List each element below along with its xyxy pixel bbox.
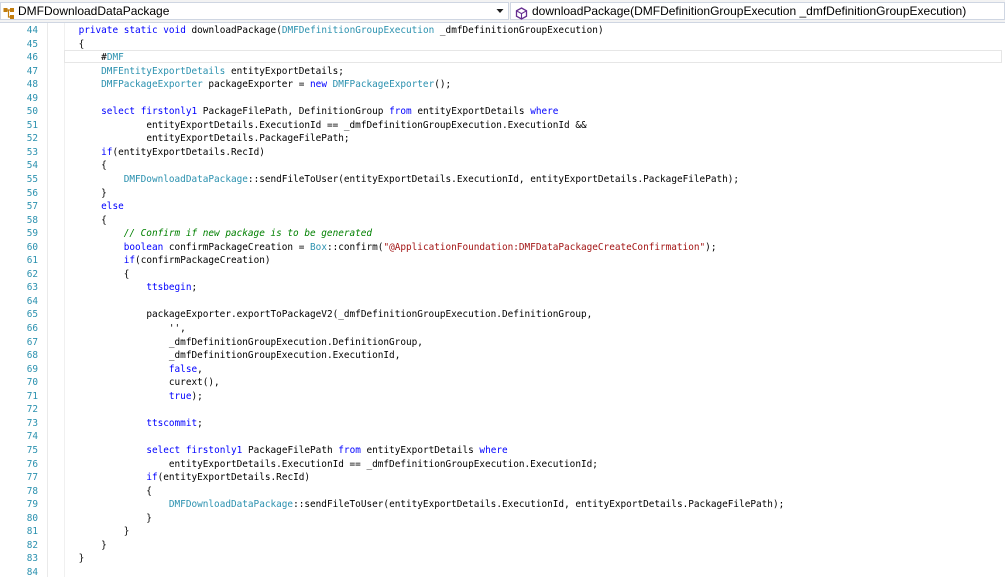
line-number: 46: [26, 52, 38, 64]
class-icon: [3, 5, 16, 19]
member-dropdown[interactable]: downloadPackage(DMFDefinitionGroupExecut…: [510, 2, 1005, 20]
line-number: 61: [26, 255, 38, 267]
code-text: DMFDownloadDataPackage::sendFileToUser(e…: [168, 499, 785, 511]
line-number: 64: [26, 295, 38, 307]
line-number: 82: [26, 539, 38, 551]
line-number: 60: [26, 241, 38, 253]
code-text: curext(),: [168, 377, 220, 389]
code-text: {: [56, 485, 152, 497]
chevron-down-icon[interactable]: [494, 3, 506, 19]
line-number: 59: [26, 228, 38, 240]
member-dropdown-label: downloadPackage(DMFDefinitionGroupExecut…: [532, 4, 967, 18]
line-number: 81: [26, 526, 38, 538]
code-text: select firstonly1 PackageFilePath from e…: [146, 444, 508, 456]
code-text: }: [56, 187, 107, 199]
code-text: }: [56, 526, 130, 538]
code-text: boolean confirmPackageCreation = Box::co…: [123, 241, 717, 253]
code-text: entityExportDetails.ExecutionId == _dmfD…: [146, 119, 587, 131]
line-number: 79: [26, 499, 38, 511]
code-text: }: [56, 539, 107, 551]
line-number: 57: [26, 201, 38, 213]
line-number: 80: [26, 512, 38, 524]
class-dropdown[interactable]: DMFDownloadDataPackage: [0, 2, 509, 20]
code-text: #DMF: [56, 52, 124, 64]
code-text: else: [101, 201, 124, 213]
line-number: 71: [26, 390, 38, 402]
navigation-bar: DMFDownloadDataPackage downloadPackage(D…: [0, 0, 1005, 23]
code-text: }: [56, 553, 85, 565]
code-text: _dmfDefinitionGroupExecution.DefinitionG…: [168, 336, 423, 348]
line-number: 67: [26, 336, 38, 348]
line-number: 58: [26, 214, 38, 226]
code-text: '',: [56, 323, 186, 335]
code-editor[interactable]: 44 private static void downloadPackage(D…: [0, 23, 1005, 577]
class-dropdown-label: DMFDownloadDataPackage: [18, 4, 170, 18]
code-text: true);: [168, 390, 203, 402]
line-number: 52: [26, 133, 38, 145]
line-number: 49: [26, 92, 38, 104]
code-text: ttscommit;: [146, 417, 203, 429]
code-text: }: [56, 512, 152, 524]
line-number: 45: [26, 38, 38, 50]
line-number: 78: [26, 485, 38, 497]
line-number: 75: [26, 444, 38, 456]
line-number: 51: [26, 119, 38, 131]
line-number: 69: [26, 363, 38, 375]
current-line-highlight: [64, 50, 1002, 63]
code-text: DMFPackageExporter packageExporter = new…: [101, 79, 452, 91]
line-number: 73: [26, 417, 38, 429]
line-number: 72: [26, 404, 38, 416]
method-icon: [515, 5, 528, 20]
line-number: 44: [26, 25, 38, 36]
code-text: if(entityExportDetails.RecId): [146, 472, 311, 484]
code-text: false,: [168, 363, 203, 375]
line-number: 54: [26, 160, 38, 172]
line-number: 83: [26, 553, 38, 565]
code-text: {: [56, 38, 85, 50]
line-number: 56: [26, 187, 38, 199]
line-number: 65: [26, 309, 38, 321]
line-number: 70: [26, 377, 38, 389]
line-number: 55: [26, 174, 38, 186]
gutter-divider: [47, 23, 48, 577]
code-text: DMFDownloadDataPackage::sendFileToUser(e…: [123, 174, 740, 186]
line-number: 63: [26, 282, 38, 294]
code-text: entityExportDetails.ExecutionId == _dmfD…: [168, 458, 598, 470]
line-number: 48: [26, 79, 38, 91]
code-text: ttsbegin;: [146, 282, 198, 294]
line-number: 62: [26, 268, 38, 280]
code-text: if(entityExportDetails.RecId): [101, 146, 265, 158]
code-text: entityExportDetails.PackageFilePath;: [146, 133, 350, 145]
line-number: 76: [26, 458, 38, 470]
code-text: _dmfDefinitionGroupExecution.ExecutionId…: [168, 350, 401, 362]
code-text: {: [56, 214, 107, 226]
code-text: // Confirm if new package is to be gener…: [123, 228, 373, 240]
code-text: select firstonly1 PackageFilePath, Defin…: [101, 106, 559, 118]
code-text: {: [56, 268, 130, 280]
line-number: 68: [26, 350, 38, 362]
line-number: 53: [26, 146, 38, 158]
code-text: private static void downloadPackage(DMFD…: [78, 25, 604, 36]
line-number: 66: [26, 323, 38, 335]
code-text: if(confirmPackageCreation): [123, 255, 271, 267]
code-text: packageExporter.exportToPackageV2(_dmfDe…: [146, 309, 593, 321]
line-number: 47: [26, 65, 38, 77]
line-number: 84: [26, 566, 38, 577]
line-number: 50: [26, 106, 38, 118]
line-number: 74: [26, 431, 38, 443]
code-text: {: [56, 160, 107, 172]
code-text: DMFEntityExportDetails entityExportDetai…: [101, 65, 344, 77]
line-number: 77: [26, 472, 38, 484]
